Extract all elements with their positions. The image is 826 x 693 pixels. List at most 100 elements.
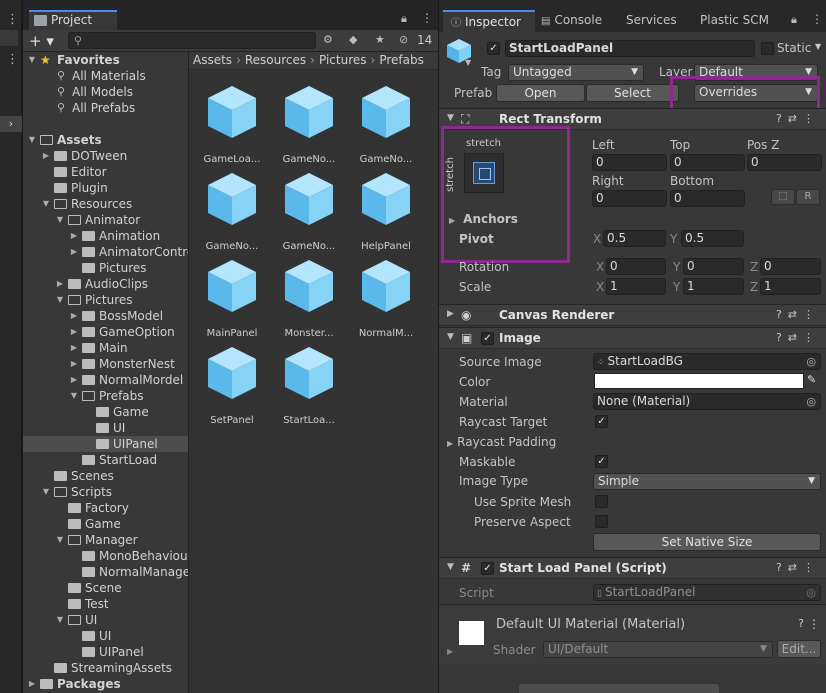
kebab-menu-icon[interactable]: ⋮ (811, 12, 823, 26)
tree-item[interactable]: ▼ Prefabs (23, 388, 188, 404)
prefab-asset[interactable]: HelpPanel (351, 171, 421, 255)
breadcrumb-item[interactable]: Assets (193, 53, 232, 67)
tree-item[interactable]: ▶ Main (23, 340, 188, 356)
chevron-right-icon[interactable]: ▶ (55, 276, 65, 292)
chevron-right-icon[interactable]: ▶ (69, 228, 79, 244)
chevron-right-icon[interactable]: ▶ (69, 308, 79, 324)
tree-item[interactable]: Game (23, 516, 188, 532)
component-actions[interactable]: ?⇄⋮ (776, 112, 820, 125)
image-enabled-checkbox[interactable]: ✓ (481, 332, 494, 345)
component-actions[interactable]: ?⇄⋮ (776, 561, 820, 574)
component-actions[interactable]: ?⇄⋮ (776, 308, 820, 321)
blueprint-mode-button[interactable]: ⬚ (771, 189, 795, 205)
chevron-down-icon[interactable]: ▼ (69, 388, 79, 404)
chevron-right-icon[interactable]: ▶ (69, 244, 79, 260)
project-search[interactable]: ⚲ (68, 32, 316, 49)
chevron-right-icon[interactable]: ▶ (69, 324, 79, 340)
chevron-down-icon[interactable]: ▼ (55, 212, 65, 228)
tree-item[interactable]: ▼ Manager (23, 532, 188, 548)
shader-dropdown[interactable]: UI/Default ▼ (543, 641, 773, 658)
tab-inspector[interactable]: ⓘ Inspector (443, 10, 535, 32)
tree-item[interactable]: UIPanel (23, 436, 188, 452)
tree-item[interactable]: UI (23, 420, 188, 436)
chevron-down-icon[interactable]: ▼ (55, 532, 65, 548)
chevron-down-icon[interactable]: ▼ (815, 42, 821, 51)
tree-item[interactable]: ▶ GameOption (23, 324, 188, 340)
shader-edit-button[interactable]: Edit... (777, 640, 821, 658)
lock-icon[interactable]: 🔒︎ (401, 12, 407, 26)
object-picker-icon[interactable]: ◎ (806, 394, 816, 409)
add-component-button[interactable] (519, 684, 719, 693)
posz-field[interactable]: 0 (747, 154, 822, 171)
prefab-asset[interactable]: GameLoa... (197, 84, 267, 168)
prefab-asset[interactable]: SetPanel (197, 345, 267, 429)
scale-y-field[interactable]: 1 (683, 278, 744, 295)
lock-icon[interactable]: 🔒︎ (791, 13, 797, 27)
kebab-menu-icon[interactable]: ⋮ (6, 12, 19, 27)
breadcrumb-item[interactable]: Resources (245, 53, 306, 67)
chevron-right-icon[interactable]: ▶ (69, 356, 79, 372)
chevron-down-icon[interactable]: ▼ (41, 196, 51, 212)
favorite-item[interactable]: ⚲ All Materials (23, 68, 188, 84)
eyedropper-icon[interactable]: ✎ (807, 373, 816, 386)
search-by-label-icon[interactable]: ◆ (349, 33, 357, 46)
component-actions[interactable]: ?⇄⋮ (776, 331, 820, 344)
tag-dropdown[interactable]: Untagged ▼ (508, 64, 644, 81)
tree-item[interactable]: ▼ UI (23, 612, 188, 628)
tab-project[interactable]: Project (29, 10, 117, 30)
tree-item[interactable]: ▼ Pictures (23, 292, 188, 308)
canvas-renderer-header[interactable]: ▶ ◉ Canvas Renderer ?⇄⋮ (439, 304, 826, 326)
chevron-down-icon[interactable]: ▼ (55, 612, 65, 628)
help-icon[interactable]: ? (798, 617, 804, 630)
rotation-z-field[interactable]: 0 (760, 258, 821, 275)
tree-item[interactable]: ▶ DOTween (23, 148, 188, 164)
tree-item[interactable]: Game (23, 404, 188, 420)
tree-item[interactable]: ▶ MonsterNest (23, 356, 188, 372)
tree-item[interactable]: ▶ NormalMordel (23, 372, 188, 388)
tree-item[interactable]: ▼ Scripts (23, 484, 188, 500)
tree-item[interactable]: ▶ AudioClips (23, 276, 188, 292)
top-field[interactable]: 0 (670, 154, 745, 171)
tree-item[interactable]: Plugin (23, 180, 188, 196)
tree-item[interactable]: Editor (23, 164, 188, 180)
raycast-padding-foldout[interactable]: ▶ Raycast Padding (447, 435, 556, 449)
raw-edit-button[interactable]: R (796, 189, 820, 205)
tree-item[interactable]: ▼ Resources (23, 196, 188, 212)
prefab-asset[interactable]: Monster... (274, 258, 344, 342)
search-by-type-icon[interactable]: ⚙ (323, 33, 333, 46)
kebab-menu-icon[interactable]: ⋮ (6, 52, 19, 67)
bottom-field[interactable]: 0 (670, 190, 745, 207)
chevron-down-icon[interactable]: ▼ (55, 292, 65, 308)
raycast-target-checkbox[interactable]: ✓ (595, 415, 608, 428)
tree-item[interactable]: ▶ Packages (23, 676, 188, 692)
chevron-down-icon[interactable]: ▼ (27, 132, 37, 148)
favorite-item[interactable]: ⚲ All Prefabs (23, 100, 188, 116)
prefab-asset[interactable]: NormalM... (351, 258, 421, 342)
image-type-dropdown[interactable]: Simple ▼ (593, 473, 821, 490)
right-field[interactable]: 0 (592, 190, 667, 207)
tree-item[interactable]: ▼ Animator (23, 212, 188, 228)
static-checkbox[interactable] (761, 42, 774, 55)
kebab-menu-icon[interactable]: ⋮ (421, 11, 433, 25)
maskable-checkbox[interactable]: ✓ (595, 455, 608, 468)
prefab-asset[interactable]: MainPanel (197, 258, 267, 342)
object-name-field[interactable]: StartLoadPanel (505, 40, 755, 57)
scale-x-field[interactable]: 1 (606, 278, 666, 295)
tree-item[interactable]: Test (23, 596, 188, 612)
preserve-aspect-checkbox[interactable] (595, 515, 608, 528)
chevron-right-icon[interactable]: ▶ (69, 372, 79, 388)
tree-item[interactable]: ▶ AnimatorContro (23, 244, 188, 260)
tree-item[interactable]: Pictures (23, 260, 188, 276)
scale-z-field[interactable]: 1 (760, 278, 821, 295)
prefab-asset[interactable]: GameNo... (274, 84, 344, 168)
active-checkbox[interactable]: ✓ (487, 42, 500, 55)
chevron-right-icon[interactable]: ▶ (41, 148, 51, 164)
prefab-select-button[interactable]: Select (586, 84, 679, 102)
tab-plastic-scm[interactable]: Plastic SCM (700, 10, 782, 32)
rotation-y-field[interactable]: 0 (683, 258, 744, 275)
object-picker-icon[interactable]: ◎ (806, 354, 816, 369)
tree-item[interactable]: ▶ BossModel (23, 308, 188, 324)
tab-console[interactable]: ▤ Console (541, 10, 621, 32)
rotation-x-field[interactable]: 0 (606, 258, 666, 275)
breadcrumb-item[interactable]: Prefabs (379, 53, 424, 67)
